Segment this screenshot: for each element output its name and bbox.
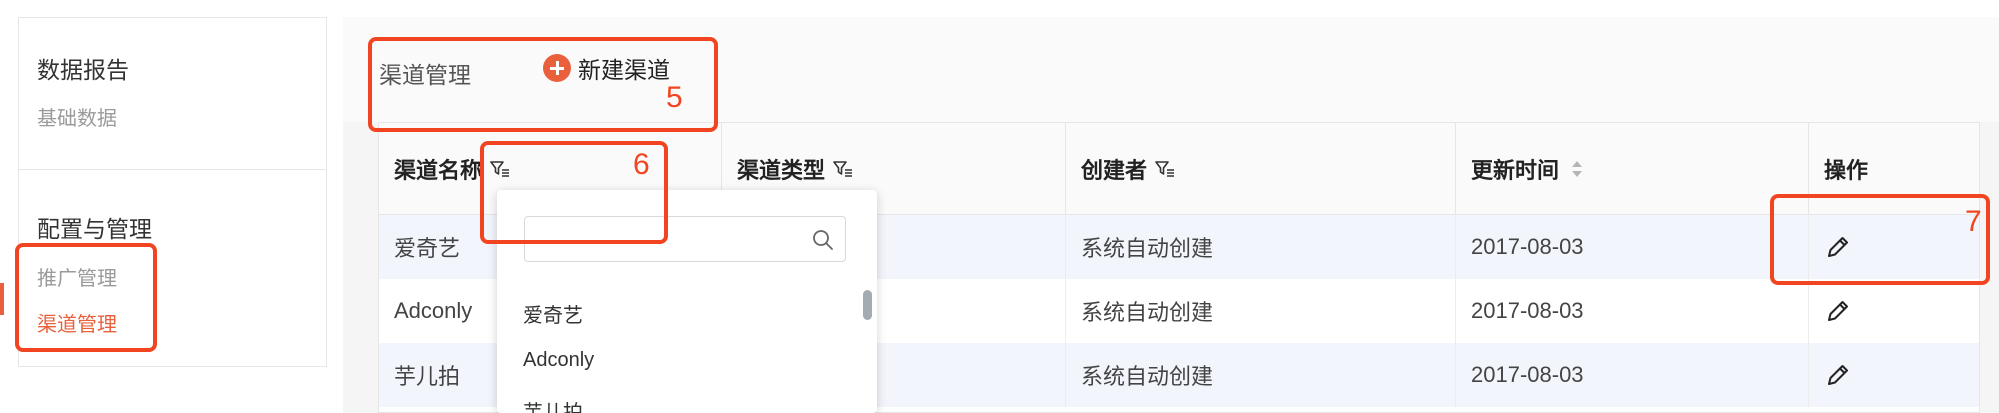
annotation-number-6: 6 [633, 148, 650, 181]
cell-creator: 系统自动创建 [1066, 215, 1456, 279]
column-header-actions-label: 操作 [1824, 158, 1869, 183]
column-header-creator-label: 创建者 [1081, 158, 1148, 183]
cell-creator: 系统自动创建 [1066, 279, 1456, 343]
column-header-creator: 创建者 [1066, 123, 1456, 215]
column-header-type-label: 渠道类型 [737, 158, 826, 183]
sidebar-heading-config: 配置与管理 [37, 216, 152, 242]
filter-icon[interactable] [1155, 160, 1175, 178]
annotation-number-7: 7 [1965, 205, 1982, 238]
filter-option[interactable]: 芋儿拍 [523, 396, 583, 413]
cell-creator: 系统自动创建 [1066, 343, 1456, 407]
filter-option[interactable]: 爱奇艺 [523, 299, 583, 328]
cell-updated: 2017-08-03 [1456, 343, 1809, 407]
sidebar-item-basic-data[interactable]: 基础数据 [37, 102, 117, 131]
dropdown-scrollbar[interactable] [863, 290, 872, 320]
column-header-updated: 更新时间 [1456, 123, 1809, 215]
cell-actions [1809, 343, 1981, 407]
cell-actions [1809, 279, 1981, 343]
column-header-updated-label: 更新时间 [1471, 158, 1560, 183]
pencil-icon[interactable] [1824, 361, 1852, 389]
annotation-box-7 [1770, 194, 1990, 285]
filter-icon[interactable] [833, 160, 853, 178]
sidebar-heading-reports: 数据报告 [37, 57, 129, 83]
filter-option[interactable]: Adconly [523, 349, 594, 372]
sidebar-group-reports: 数据报告 基础数据 [19, 18, 326, 170]
search-icon[interactable] [811, 228, 835, 252]
pencil-icon[interactable] [1824, 297, 1852, 325]
sort-icon[interactable] [1571, 159, 1583, 179]
column-header-name-label: 渠道名称 [394, 158, 483, 183]
cell-updated: 2017-08-03 [1456, 279, 1809, 343]
annotation-box-sidebar [15, 243, 157, 352]
annotation-number-5: 5 [666, 81, 683, 114]
cell-updated: 2017-08-03 [1456, 215, 1809, 279]
sidebar-active-indicator [0, 283, 4, 315]
